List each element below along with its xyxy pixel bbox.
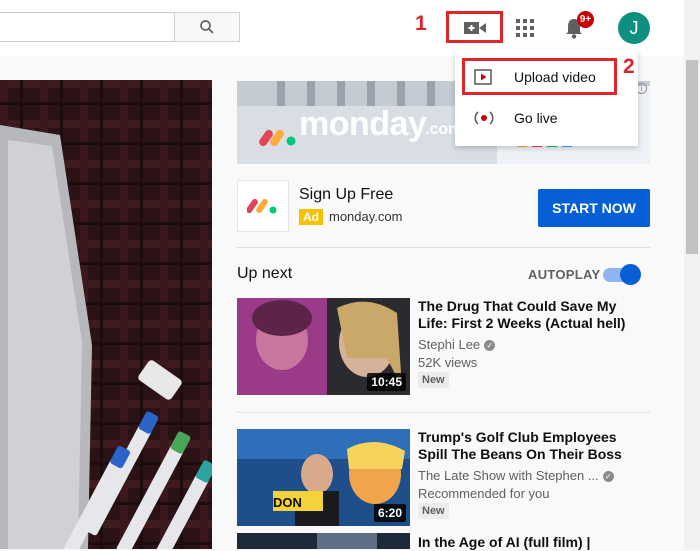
annotation-step-2: 2 <box>623 55 635 78</box>
video-title[interactable]: The Drug That Could Save My Life: First … <box>418 298 638 332</box>
new-badge: New <box>418 372 449 388</box>
top-bar: 1 9+ J <box>0 0 684 56</box>
video-thumbnail[interactable]: DON 6:20 <box>237 429 410 526</box>
search-icon <box>200 20 214 34</box>
up-next-heading: Up next <box>237 265 293 282</box>
search-button[interactable] <box>174 12 240 42</box>
scrollbar-thumb[interactable] <box>686 60 698 254</box>
monday-logo-icon <box>247 198 277 214</box>
ad-banner-brand: monday <box>299 105 427 143</box>
thumbnail-caption: DON <box>273 495 302 510</box>
ad-title[interactable]: Sign Up Free <box>299 186 393 204</box>
divider <box>237 247 650 248</box>
notification-count-badge: 9+ <box>577 11 594 28</box>
video-frame-image <box>0 80 212 549</box>
video-recommended: Recommended for you <box>418 486 550 501</box>
start-now-button[interactable]: START NOW <box>538 189 650 227</box>
apps-button[interactable] <box>512 15 538 41</box>
video-thumbnail-image <box>237 533 410 549</box>
video-camera-plus-icon <box>464 22 486 34</box>
video-channel-name[interactable]: Stephi Lee <box>418 337 480 352</box>
annotation-step-1: 1 <box>415 12 427 35</box>
video-title[interactable]: Trump's Golf Club Employees Spill The Be… <box>418 429 638 463</box>
video-thumbnail[interactable]: 10:45 <box>237 298 410 395</box>
video-channel[interactable]: Stephi Lee ✓ <box>418 337 496 352</box>
video-title[interactable]: In the Age of AI (full film) | <box>418 534 638 551</box>
go-live-label: Go live <box>514 110 558 126</box>
new-badge: New <box>418 503 449 519</box>
video-duration: 6:20 <box>373 504 406 522</box>
divider <box>237 412 650 413</box>
video-channel-name[interactable]: The Late Show with Stephen ... <box>418 468 599 483</box>
verified-icon: ✓ <box>484 340 496 352</box>
apps-grid-icon <box>516 19 534 37</box>
search-input[interactable] <box>0 12 175 42</box>
ad-domain: monday.com <box>329 209 403 224</box>
create-video-button[interactable] <box>458 14 492 42</box>
autoplay-toggle-knob[interactable] <box>620 264 641 285</box>
video-channel[interactable]: The Late Show with Stephen ... ✓ <box>418 468 614 483</box>
verified-icon: ✓ <box>602 471 614 483</box>
go-live-menu-item[interactable]: Go live <box>455 98 638 138</box>
video-player[interactable] <box>0 80 212 549</box>
avatar[interactable]: J <box>618 12 650 44</box>
go-live-icon <box>474 111 494 125</box>
monday-logo <box>237 180 289 232</box>
ad-tag: Ad <box>299 209 323 225</box>
video-duration: 10:45 <box>367 373 406 391</box>
video-views: 52K views <box>418 355 478 370</box>
upload-video-highlight <box>462 58 617 95</box>
ad-card[interactable]: Sign Up Free Ad monday.com START NOW <box>237 180 650 232</box>
video-thumbnail[interactable] <box>237 533 410 549</box>
autoplay-label: AUTOPLAY <box>528 267 601 282</box>
